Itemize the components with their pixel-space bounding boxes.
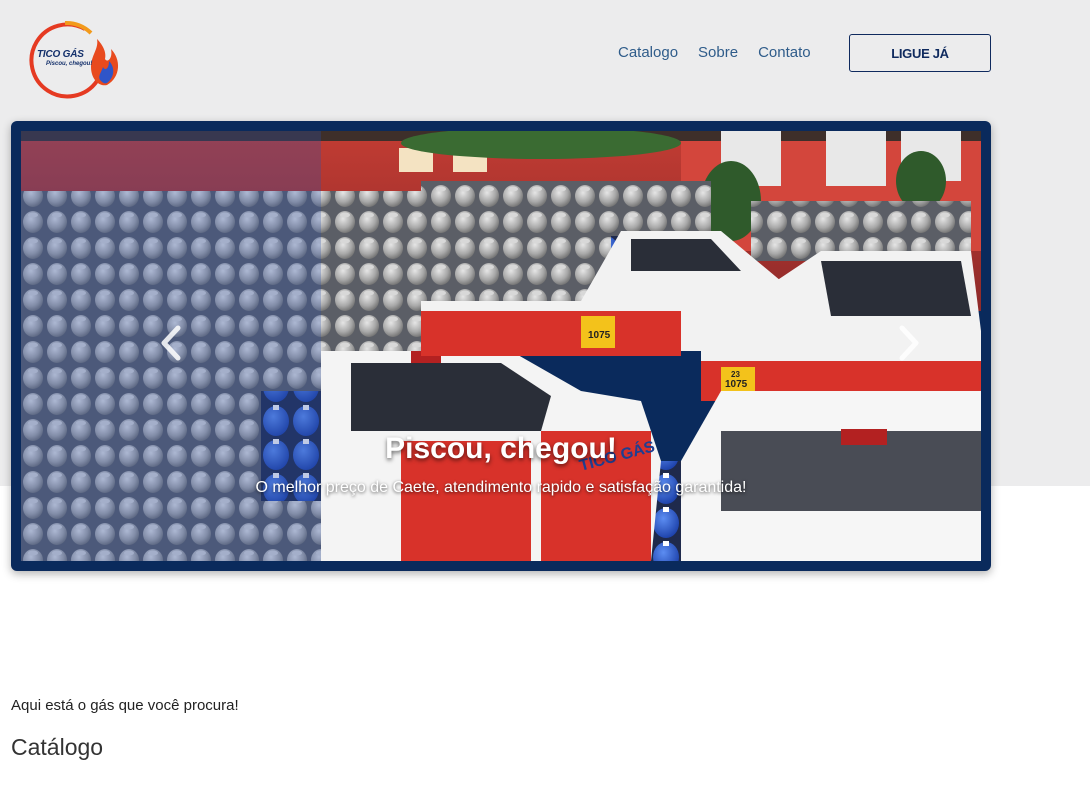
svg-text:1075: 1075 (725, 379, 748, 390)
chevron-left-icon (161, 325, 181, 361)
carousel-prev-button[interactable] (158, 324, 184, 362)
nav-link-contato[interactable]: Contato (758, 44, 811, 61)
logo-wordmark: TICO GÁS (37, 49, 84, 60)
catalog-heading: Catálogo (11, 734, 104, 760)
call-now-button[interactable]: LIGUE JÁ (849, 34, 991, 72)
carousel-caption-subtitle: O melhor preço de Caete, atendimento rap… (255, 479, 747, 496)
brand-logo[interactable]: TICO GÁS Piscou, chegou! (25, 19, 123, 99)
svg-text:1075: 1075 (588, 330, 611, 341)
logo-tagline: Piscou, chegou! (46, 61, 93, 67)
hero-carousel: 1075 1075 23 TICO GÁS Piscou, chegou! O … (11, 121, 991, 571)
chevron-right-icon (899, 325, 919, 361)
carousel-caption-title: Piscou, chegou! (385, 432, 617, 465)
catalog-intro-text: Aqui está o gás que você procura! (11, 697, 239, 714)
carousel-next-button[interactable] (896, 324, 922, 362)
nav-link-sobre[interactable]: Sobre (698, 44, 738, 61)
main-nav: Catalogo Sobre Contato (618, 44, 811, 61)
svg-text:23: 23 (731, 370, 740, 379)
nav-link-catalogo[interactable]: Catalogo (618, 44, 678, 61)
